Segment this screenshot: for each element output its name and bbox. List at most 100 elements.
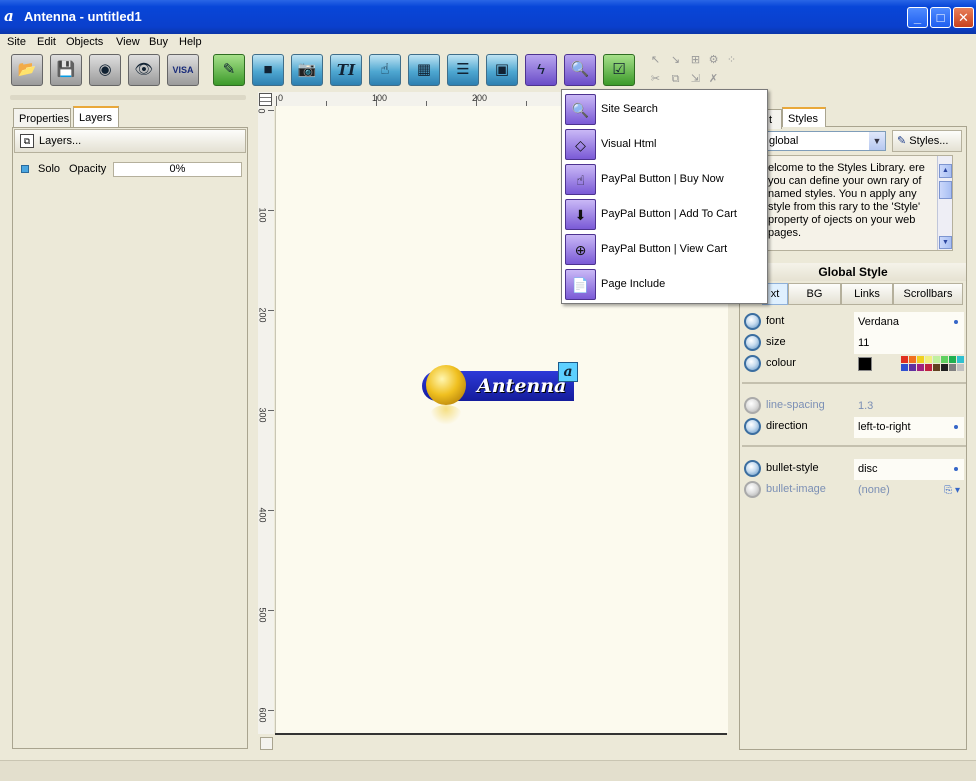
subtab-links[interactable]: Links <box>841 283 893 305</box>
menu-help[interactable]: Help <box>179 34 202 51</box>
set-property-icon[interactable] <box>744 418 761 435</box>
palette-swatch[interactable] <box>949 364 956 371</box>
open-site-button[interactable]: 📂 <box>11 54 43 86</box>
align-arrow-icon[interactable]: ↖ <box>648 54 663 67</box>
palette-swatch[interactable] <box>917 364 924 371</box>
solo-checkbox[interactable] <box>21 165 29 173</box>
set-property-icon[interactable] <box>744 481 761 498</box>
palette-swatch[interactable] <box>933 364 940 371</box>
antenna-logo[interactable]: Antenna a <box>420 360 580 430</box>
menu-item-paypal-view-cart[interactable]: ⊕ PayPal Button | View Cart <box>563 232 764 267</box>
media-tool-button[interactable]: ▣ <box>486 54 518 86</box>
set-property-icon[interactable] <box>744 334 761 351</box>
palette-swatch[interactable] <box>957 356 964 363</box>
chevron-down-icon[interactable]: ▼ <box>869 132 885 150</box>
scroll-down-icon[interactable]: ▼ <box>939 236 952 249</box>
scroll-thumb[interactable] <box>939 181 952 199</box>
colour-palette[interactable] <box>901 356 965 372</box>
widgets-dropdown-button[interactable]: 🔍 <box>564 54 596 86</box>
menu-item-visual-html[interactable]: ◇ Visual Html <box>563 127 764 162</box>
set-property-icon[interactable] <box>744 313 761 330</box>
cut-icon[interactable]: ✂ <box>648 73 663 86</box>
paste-icon[interactable]: ⇲ <box>688 73 703 86</box>
buy-button[interactable]: VISA <box>167 54 199 86</box>
opacity-slider[interactable]: 0% <box>113 162 242 177</box>
menu-buy[interactable]: Buy <box>149 34 168 51</box>
tab-styles[interactable]: Styles <box>782 107 826 127</box>
delete-icon[interactable]: ✗ <box>706 73 721 86</box>
palette-swatch[interactable] <box>941 356 948 363</box>
prop-value[interactable] <box>854 354 964 375</box>
prop-colour[interactable]: colour <box>742 354 966 375</box>
palette-swatch[interactable] <box>917 356 924 363</box>
info-scrollbar[interactable]: ▲ ▼ <box>937 156 952 250</box>
menu-view[interactable]: View <box>116 34 140 51</box>
set-property-icon[interactable] <box>744 460 761 477</box>
prop-value[interactable]: left-to-right <box>854 417 964 438</box>
scroll-up-icon[interactable]: ▲ <box>939 164 952 178</box>
colour-swatch[interactable] <box>858 357 872 371</box>
style-select[interactable]: global ▼ <box>765 131 886 151</box>
styles-button[interactable]: ✎ Styles... <box>892 130 962 152</box>
copy-icon[interactable]: ⧉ <box>668 73 683 86</box>
palette-swatch[interactable] <box>901 364 908 371</box>
subtab-bg[interactable]: BG <box>788 283 841 305</box>
scroll-corner[interactable] <box>260 737 273 750</box>
prop-value[interactable]: 1.3 <box>854 396 964 417</box>
prop-value[interactable]: 11 <box>854 333 964 354</box>
group-icon[interactable]: ⊞ <box>688 54 703 67</box>
palette-swatch[interactable] <box>925 356 932 363</box>
attach-dropdown-icon[interactable]: ⎘ ▾ <box>944 480 960 501</box>
preview-button[interactable]: 👁 <box>128 54 160 86</box>
menu-edit[interactable]: Edit <box>37 34 56 51</box>
prop-bullet-style[interactable]: bullet-style disc <box>742 459 966 480</box>
grid-toggle-icon[interactable] <box>259 93 272 106</box>
options-dot-icon[interactable] <box>954 320 958 324</box>
menu-item-paypal-buy-now[interactable]: ☝ PayPal Button | Buy Now <box>563 162 764 197</box>
prop-direction[interactable]: direction left-to-right <box>742 417 966 438</box>
publish-button[interactable]: ◉ <box>89 54 121 86</box>
menu-site[interactable]: Site <box>7 34 26 51</box>
checkbox-tool-button[interactable]: ☑ <box>603 54 635 86</box>
link-tool-button[interactable]: ☝ <box>369 54 401 86</box>
subtab-scrollbars[interactable]: Scrollbars <box>893 283 963 305</box>
prop-value[interactable]: (none) ⎘ ▾ <box>854 480 964 501</box>
menu-item-page-include[interactable]: 📄 Page Include <box>563 267 764 302</box>
gallery-tool-button[interactable]: ▦ <box>408 54 440 86</box>
prop-bullet-image[interactable]: bullet-image (none) ⎘ ▾ <box>742 480 966 501</box>
maximize-button[interactable]: □ <box>930 7 951 28</box>
tab-text[interactable]: t <box>766 109 782 129</box>
palette-swatch[interactable] <box>941 364 948 371</box>
prop-value[interactable]: disc <box>854 459 964 480</box>
edit-page-button[interactable]: ✎ <box>213 54 245 86</box>
menu-item-site-search[interactable]: 🔍 Site Search <box>563 92 764 127</box>
palette-swatch[interactable] <box>909 364 916 371</box>
palette-swatch[interactable] <box>925 364 932 371</box>
box-tool-button[interactable]: ■ <box>252 54 284 86</box>
palette-swatch[interactable] <box>909 356 916 363</box>
minimize-button[interactable]: _ <box>907 7 928 28</box>
splitter-left[interactable] <box>10 95 246 100</box>
palette-swatch[interactable] <box>949 356 956 363</box>
tab-layers[interactable]: Layers <box>73 106 119 128</box>
set-property-icon[interactable] <box>744 397 761 414</box>
set-property-icon[interactable] <box>744 355 761 372</box>
prop-size[interactable]: size 11 <box>742 333 966 354</box>
distribute-icon[interactable]: ⁘ <box>724 54 739 67</box>
options-dot-icon[interactable] <box>954 425 958 429</box>
ungroup-icon[interactable]: ⚙ <box>706 54 721 67</box>
form-tool-button[interactable]: ☰ <box>447 54 479 86</box>
palette-swatch[interactable] <box>957 364 964 371</box>
flash-tool-button[interactable]: ϟ <box>525 54 557 86</box>
prop-line-spacing[interactable]: line-spacing 1.3 <box>742 396 966 417</box>
menu-objects[interactable]: Objects <box>66 34 103 51</box>
save-button[interactable]: 💾 <box>50 54 82 86</box>
resize-arrow-icon[interactable]: ↘ <box>668 54 683 67</box>
tab-properties[interactable]: Properties <box>13 108 71 128</box>
layers-button[interactable]: Layers... <box>39 135 81 147</box>
prop-font[interactable]: font Verdana <box>742 312 966 333</box>
options-dot-icon[interactable] <box>954 467 958 471</box>
picture-tool-button[interactable]: 📷 <box>291 54 323 86</box>
palette-swatch[interactable] <box>901 356 908 363</box>
close-button[interactable]: ✕ <box>953 7 974 28</box>
